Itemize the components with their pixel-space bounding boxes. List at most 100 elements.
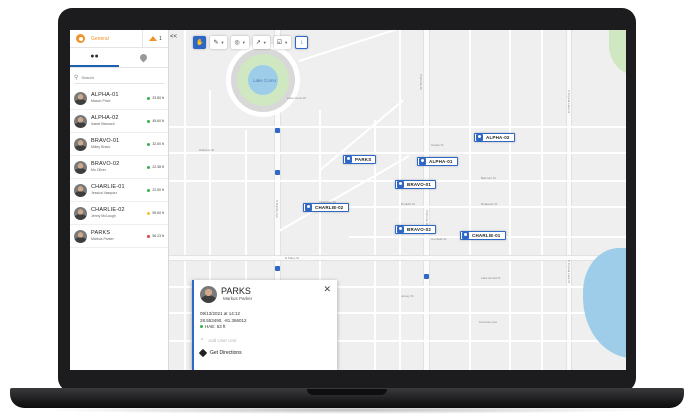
marker-label: ALPHA-02: [486, 135, 510, 140]
avatar: [74, 183, 87, 197]
unit-name: BRAVO-02: [91, 161, 120, 167]
unit-item-parks[interactable]: PARKS Markus Parker 56.23 ft: [70, 225, 168, 248]
layers-button[interactable]: 1: [142, 30, 168, 48]
unit-marker-icon: [476, 134, 483, 141]
street-label: Belmont St: [481, 176, 496, 180]
chevron-down-icon: ▼: [262, 40, 267, 45]
status-dot-icon: [147, 165, 151, 169]
unit-item-alpha-02[interactable]: ALPHA-02 Isabel Bismach 45.60 ft: [70, 110, 168, 133]
road: [169, 126, 626, 128]
map-marker-alpha-02[interactable]: ALPHA-02: [474, 133, 515, 142]
road: [469, 30, 471, 370]
unit-marker-icon: [345, 156, 352, 163]
popup-coordinates: 28.553490, -81.366012: [200, 318, 247, 323]
tab-units[interactable]: ●●: [70, 48, 119, 67]
unit-distance: 56.23 ft: [147, 234, 164, 238]
unit-distance: 33.80 ft: [147, 96, 164, 100]
road: [424, 30, 429, 370]
get-directions-button[interactable]: Get Directions: [198, 348, 242, 358]
unit-item-alpha-01[interactable]: ALPHA-01 Mason Price 33.80 ft: [70, 87, 168, 110]
map-marker-parks[interactable]: PARKS: [343, 155, 377, 164]
unit-distance-value: 22.38 ft: [152, 165, 164, 169]
map-marker-alpha-01[interactable]: ALPHA-01: [417, 157, 458, 166]
unit-distance-value: 22.50 ft: [152, 188, 164, 192]
street-label: Lake Como Dr: [287, 96, 307, 100]
unit-distance-value: 45.60 ft: [152, 119, 164, 123]
chevron-down-icon: ▼: [220, 40, 225, 45]
route-shield-icon: [275, 170, 280, 175]
unit-distance-value: 56.23 ft: [152, 234, 164, 238]
street-label: Delaware St: [481, 202, 498, 206]
road: [184, 30, 186, 370]
avatar: [74, 206, 87, 220]
unit-person: Mikey Bravo: [91, 144, 111, 149]
map-marker-charlie-02[interactable]: CHARLIE-02: [303, 203, 349, 212]
avatar: [74, 229, 87, 243]
street-label: E Kaley St: [285, 256, 300, 260]
park-area: [609, 30, 626, 76]
map-marker-bravo-02[interactable]: BRAVO-02: [395, 225, 437, 234]
route-shield-icon: [275, 266, 280, 271]
street-label: Primrose Dr: [425, 210, 429, 227]
lake-label: Lake Como: [253, 78, 277, 83]
unit-name: ALPHA-02: [91, 115, 119, 121]
avatar: [200, 286, 217, 303]
road: [541, 30, 543, 370]
link-icon: ⚭: [200, 337, 205, 343]
unit-item-charlie-02[interactable]: CHARLIE-02 Jenny McLaugh 95.60 ft: [70, 202, 168, 225]
hand-icon: ✋: [196, 40, 204, 46]
road: [169, 256, 626, 260]
avatar: [74, 114, 87, 128]
edit-tool-button[interactable]: ☑ ▼: [273, 36, 292, 49]
unit-distance-value: 33.80 ft: [152, 96, 164, 100]
layers-icon: [149, 36, 158, 41]
pencil-icon: ✎: [213, 40, 219, 46]
locate-tool-button[interactable]: ◎ ▼: [231, 36, 249, 49]
unit-marker-icon: [397, 226, 404, 233]
map-pin-icon: [138, 52, 149, 63]
road: [567, 30, 571, 370]
draw-tool-button[interactable]: ✎ ▼: [210, 36, 228, 49]
street-label: Ocean St: [431, 143, 444, 147]
group-name[interactable]: General: [91, 36, 142, 42]
add-user-unit-button[interactable]: ⚭ Add User Unit: [200, 337, 236, 343]
close-icon[interactable]: ✕: [323, 284, 331, 295]
street-label: Dunkirk St: [401, 202, 415, 206]
map-view[interactable]: Lake Como Lake Como Dr Primrose Dr Primr…: [169, 30, 626, 370]
unit-text: BRAVO-01 Mikey Bravo: [91, 138, 147, 149]
marker-label: BRAVO-01: [407, 182, 432, 187]
route-shield-icon: [275, 128, 280, 133]
unit-item-bravo-02[interactable]: BRAVO-02 Mo Oliver 22.38 ft: [70, 156, 168, 179]
avatar: [74, 91, 87, 105]
people-icon: ●●: [90, 53, 99, 60]
search-bar: ⚲: [74, 71, 164, 84]
map-marker-bravo-01[interactable]: BRAVO-01: [395, 180, 437, 189]
street-label: Lake Arnold Pl: [481, 276, 501, 280]
tab-places[interactable]: [119, 48, 168, 67]
hand-tool-button[interactable]: ✋: [193, 36, 207, 49]
share-tool-button[interactable]: ↗ ▼: [252, 36, 270, 49]
unit-item-bravo-01[interactable]: BRAVO-01 Mikey Bravo 32.60 ft: [70, 133, 168, 156]
status-dot-icon: [147, 119, 151, 123]
popup-hae: HAE: 53 ft: [200, 324, 226, 329]
status-dot-icon: [200, 325, 203, 328]
road: [278, 155, 410, 232]
street-label: Hibiscus St: [199, 148, 215, 152]
chevron-down-icon: ▼: [241, 40, 246, 45]
measure-tool-button[interactable]: ↕: [295, 36, 309, 49]
unit-person: Jenny McLaugh: [91, 213, 116, 218]
unit-name: CHARLIE-02: [91, 207, 125, 213]
search-input[interactable]: [81, 74, 152, 80]
unit-item-charlie-01[interactable]: CHARLIE-01 Jessica Vasquez 22.50 ft: [70, 179, 168, 202]
get-directions-label: Get Directions: [210, 350, 242, 356]
unit-person: Markus Parker: [91, 236, 114, 241]
street-label: Cornwall St: [431, 237, 447, 241]
street-label: S Crystal Lake Dr: [567, 90, 571, 114]
marker-label: ALPHA-01: [429, 159, 453, 164]
search-icon: ⚲: [74, 74, 79, 81]
group-header: General 1: [70, 30, 168, 48]
unit-name: BRAVO-01: [91, 138, 120, 144]
collapse-sidebar-button[interactable]: <<: [170, 34, 177, 40]
unit-person: Mason Price: [91, 98, 111, 103]
map-marker-charlie-01[interactable]: CHARLIE-01: [460, 231, 506, 240]
